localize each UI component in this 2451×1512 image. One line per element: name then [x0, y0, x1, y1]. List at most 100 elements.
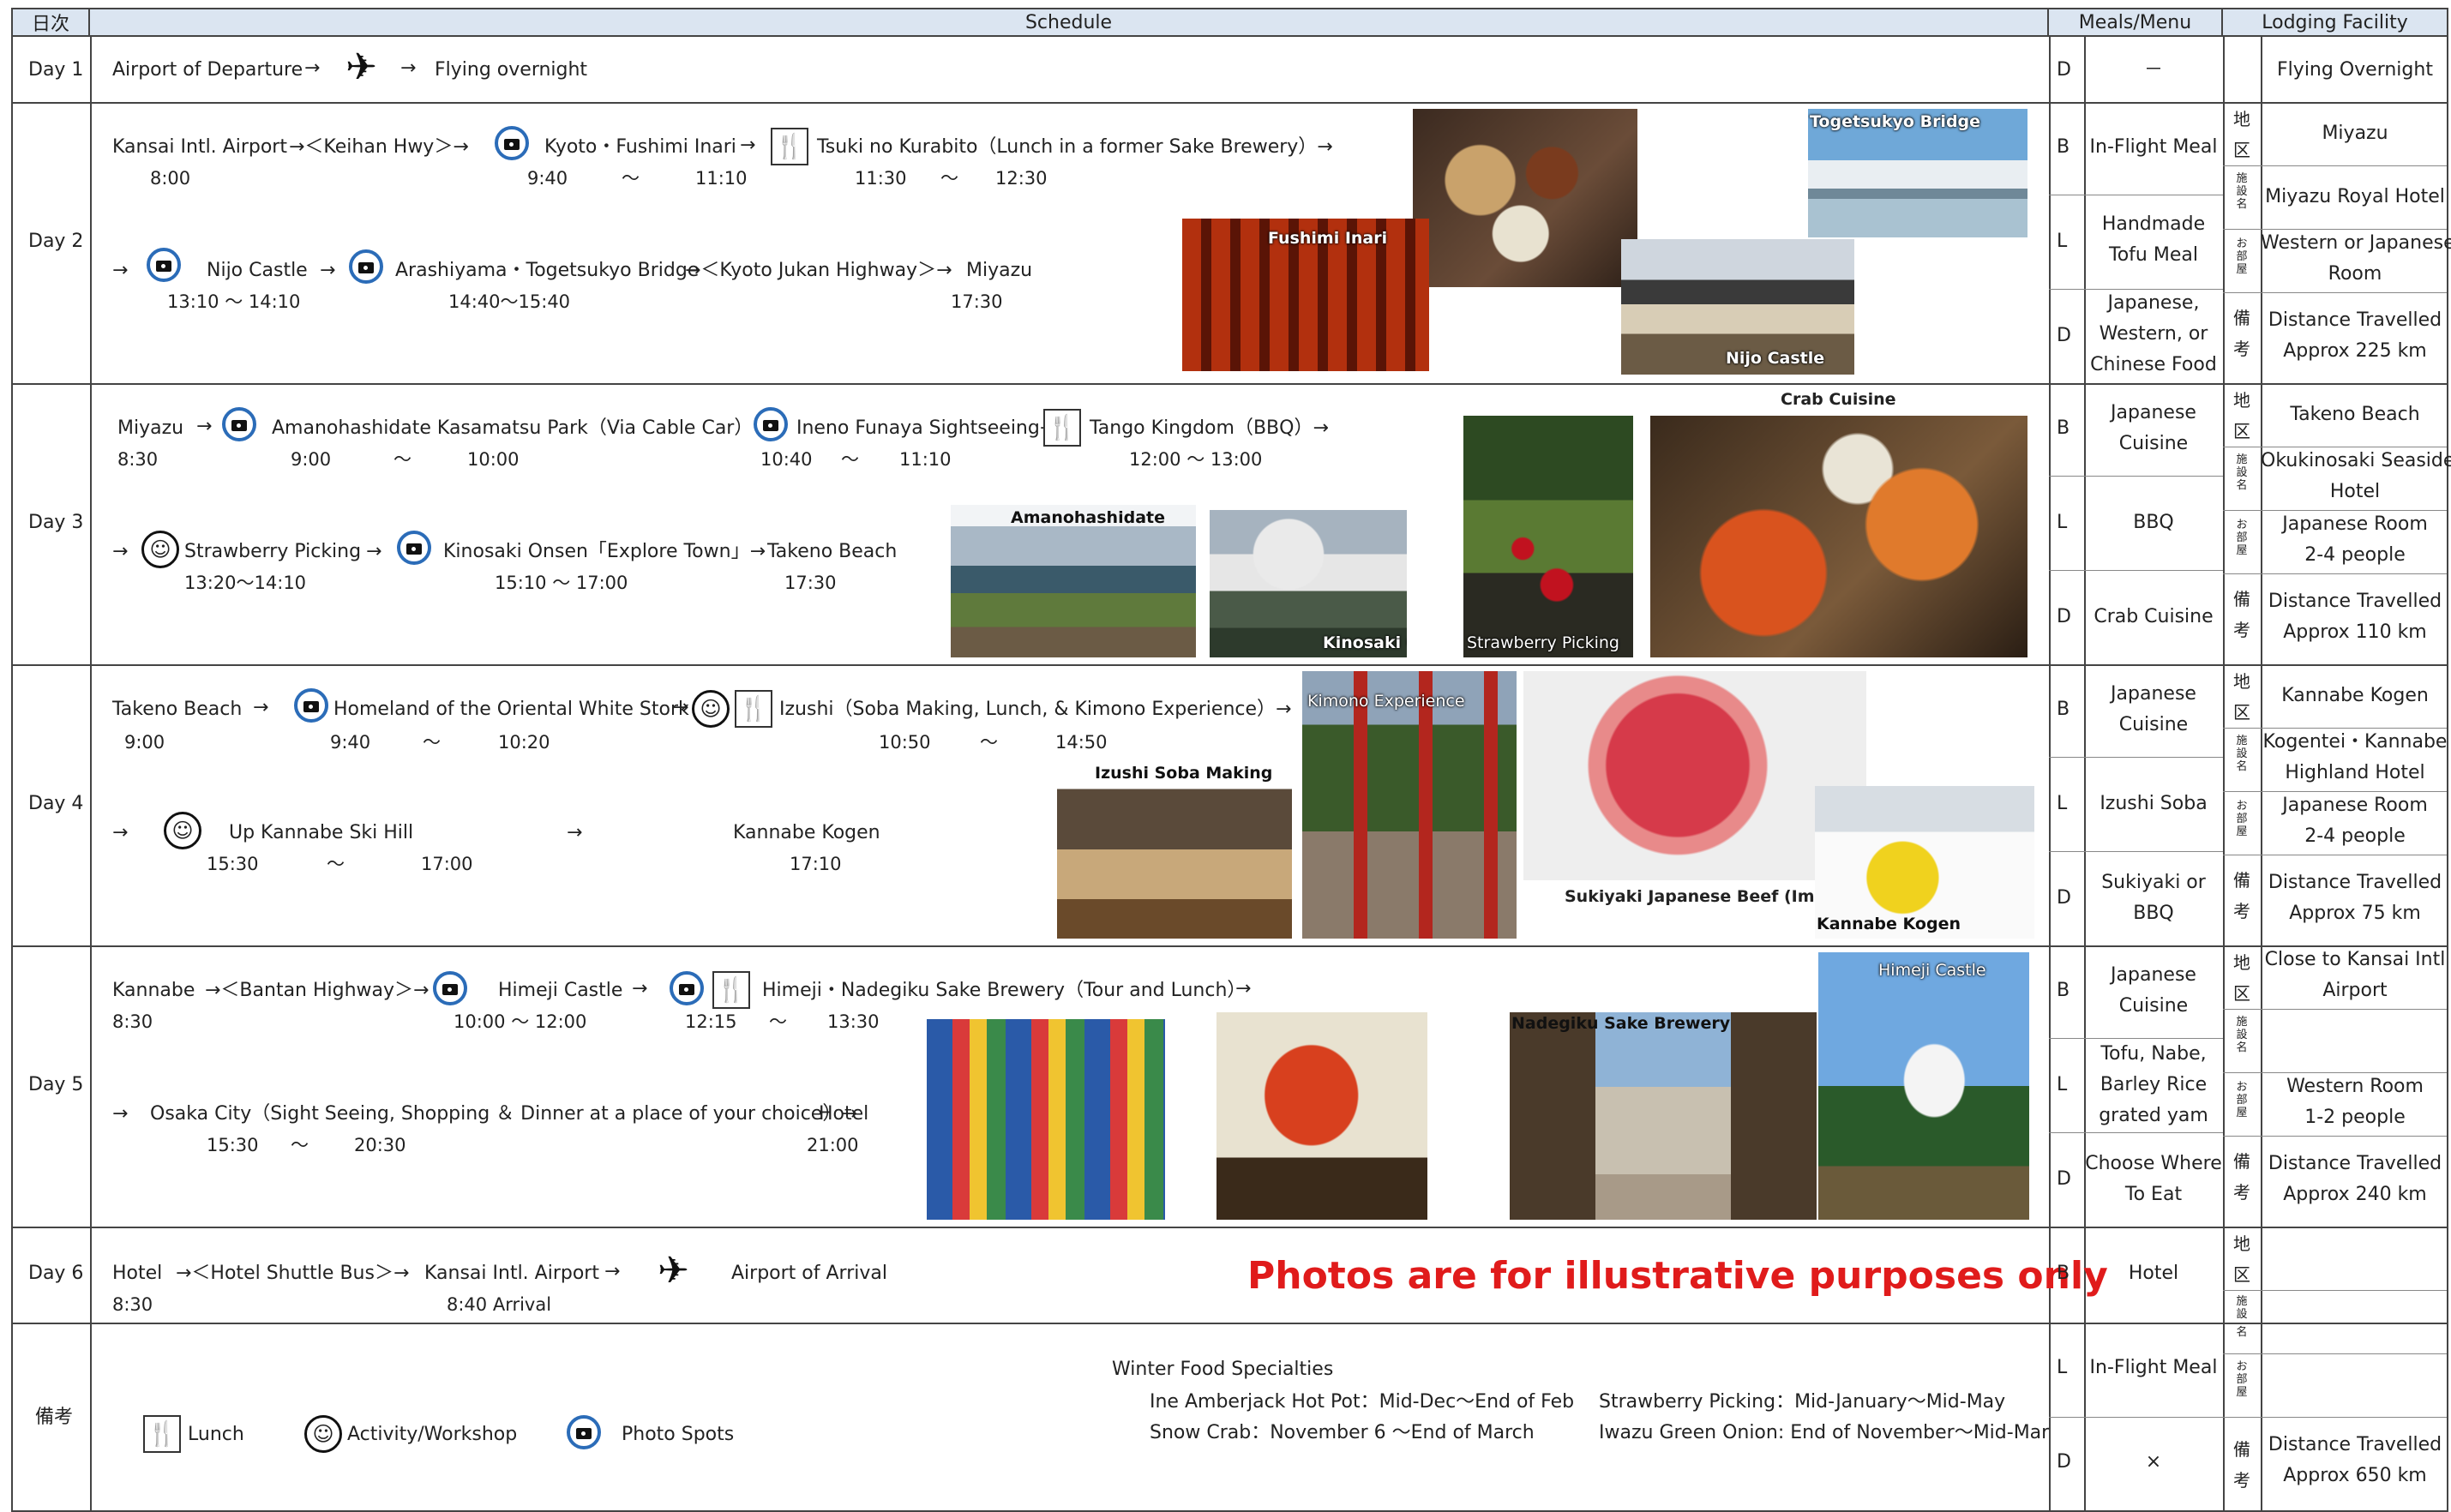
- smiley-icon: ☺: [692, 690, 730, 728]
- winter-item: Strawberry Picking：Mid-January〜Mid-May: [1599, 1391, 2006, 1413]
- route: →＜Keihan Hwy＞→: [289, 136, 469, 158]
- photo-fushimi-inari: Fushimi Inari: [1182, 219, 1429, 371]
- meal-code: B: [2057, 699, 2070, 720]
- time: 〜: [769, 1011, 787, 1032]
- beef-label: Sukiyaki Japanese Beef (Image): [1565, 887, 1856, 906]
- route: →＜Kyoto Jukan Highway＞→: [685, 260, 952, 281]
- time: 9:00: [124, 732, 165, 753]
- place: Takeno Beach: [112, 699, 243, 720]
- arrow: →: [112, 822, 129, 843]
- place: Tango Kingdom（BBQ）→: [1090, 417, 1329, 439]
- place: Miyazu: [117, 417, 184, 439]
- day-label: Day 4: [28, 793, 84, 814]
- place: Kansai Intl. Airport: [424, 1263, 599, 1284]
- day3-row: Day 3 Miyazu → Amanohashidate Kasamatsu …: [11, 383, 2451, 666]
- time: 10:20: [498, 732, 550, 753]
- time: 17:00: [421, 854, 473, 874]
- lodging-room: Japanese Room: [2282, 513, 2428, 535]
- place: Himeji Castle: [498, 980, 623, 1001]
- route: →＜Bantan Highway＞→: [205, 980, 430, 1001]
- time: 13:30: [827, 1011, 880, 1032]
- place: Kannabe: [112, 980, 195, 1001]
- time: 12:00 〜 13:00: [1129, 449, 1263, 470]
- lodging-room: 2-4 people: [2304, 825, 2406, 847]
- time: 15:30: [207, 1135, 259, 1155]
- meal-text: －: [2143, 59, 2163, 81]
- kanji-note: 備考: [2233, 589, 2250, 640]
- photo-kinosaki-onsen: Kinosaki Onsen: [1210, 510, 1407, 657]
- kanji-area: 地区: [2233, 109, 2250, 160]
- time: 17:30: [951, 291, 1003, 312]
- arrow: →: [304, 57, 321, 79]
- place: Kannabe Kogen: [733, 822, 880, 843]
- kanji-note: 備考: [2233, 308, 2250, 359]
- fork-knife-icon: 🍴: [143, 1415, 181, 1453]
- meal-text: Izushi Soba: [2100, 793, 2208, 814]
- time: 12:30: [995, 168, 1048, 189]
- time: 21:00: [807, 1135, 859, 1155]
- remarks-label: 備考: [35, 1407, 74, 1428]
- time: 8:00: [150, 168, 191, 189]
- time: 11:10: [695, 168, 748, 189]
- time: 13:20〜14:10: [184, 573, 307, 593]
- photo-himeji-castle: Himeji Castle: [1818, 952, 2029, 1220]
- arrow: →: [320, 260, 336, 281]
- time: 8:30: [112, 1011, 153, 1032]
- crab-cuisine-label: Crab Cuisine: [1781, 390, 1896, 409]
- meal-text: Japanese: [2111, 964, 2196, 986]
- day5-row: Day 5 Kannabe →＜Bantan Highway＞→ Himeji …: [11, 945, 2448, 1228]
- meal-text: Choose Where: [2085, 1153, 2222, 1174]
- meal-text: Western, or: [2099, 323, 2208, 345]
- meal-text: BBQ: [2133, 903, 2174, 924]
- lodging-area: Miyazu: [2322, 123, 2388, 144]
- place: Hotel: [819, 1103, 869, 1125]
- meal-code: B: [2057, 417, 2070, 439]
- meal-text: Japanese: [2111, 402, 2196, 423]
- header-lodging: Lodging Facility: [2221, 8, 2448, 37]
- time: 8:40 Arrival: [447, 1294, 552, 1315]
- lodging-room: Western Room: [2286, 1076, 2424, 1097]
- camera-icon: [754, 407, 788, 441]
- meal-text: Japanese,: [2107, 292, 2200, 314]
- lodging-area: Airport: [2322, 980, 2388, 1001]
- time: 13:10 〜 14:10: [167, 291, 301, 312]
- place: Ineno Funaya Sightseeing→: [796, 417, 1056, 439]
- place: Amanohashidate Kasamatsu Park（Via Cable …: [272, 417, 769, 439]
- smiley-icon: ☺: [304, 1415, 342, 1453]
- arrow: →: [253, 697, 269, 718]
- place: Airport of Arrival: [731, 1263, 887, 1284]
- lodging-facility: Miyazu Royal Hotel: [2265, 186, 2445, 207]
- lodging-room: 2-4 people: [2304, 544, 2406, 566]
- camera-icon: [495, 126, 529, 160]
- meal-text: Japanese: [2111, 683, 2196, 705]
- meal-code: L: [2057, 793, 2068, 814]
- fork-knife-icon: 🍴: [771, 128, 808, 165]
- arrow: →: [112, 260, 129, 281]
- departure: Airport of Departure: [112, 59, 303, 81]
- lodging-room: Room: [2328, 263, 2382, 285]
- photo-kannabe-kogen: Kannabe Kogen: [1815, 786, 2034, 939]
- place: Takeno Beach: [767, 541, 898, 562]
- kanji-room: お部屋: [2236, 1360, 2248, 1399]
- lodging-area: Close to Kansai Intl: [2264, 949, 2446, 970]
- time: 11:10: [899, 449, 952, 470]
- kanji-facility: 施設名: [2236, 453, 2248, 492]
- lodging-area: Kannabe Kogen: [2281, 685, 2429, 706]
- time: 10:50: [879, 732, 931, 753]
- meal-text: Chinese Food: [2090, 354, 2217, 375]
- time: 10:00: [467, 449, 520, 470]
- kanji-area: 地区: [2233, 390, 2250, 441]
- arrow: →: [604, 1261, 621, 1282]
- arrow: →: [567, 822, 583, 843]
- time: 17:30: [784, 573, 837, 593]
- place: Kansai Intl. Airport: [112, 136, 287, 158]
- legend-lunch: Lunch: [188, 1424, 244, 1445]
- day1-row: Day 1 Airport of Departure → ✈ → Flying …: [11, 35, 2448, 104]
- kanji-note: 備考: [2233, 1151, 2250, 1203]
- lodging-note: Approx 650 km: [2283, 1465, 2427, 1486]
- fork-knife-icon: 🍴: [712, 971, 750, 1009]
- photo-osaka-city: [927, 1019, 1165, 1220]
- time: 9:00: [291, 449, 332, 470]
- legend-activity: Activity/Workshop: [347, 1424, 518, 1445]
- place: Up Kannabe Ski Hill: [229, 822, 414, 843]
